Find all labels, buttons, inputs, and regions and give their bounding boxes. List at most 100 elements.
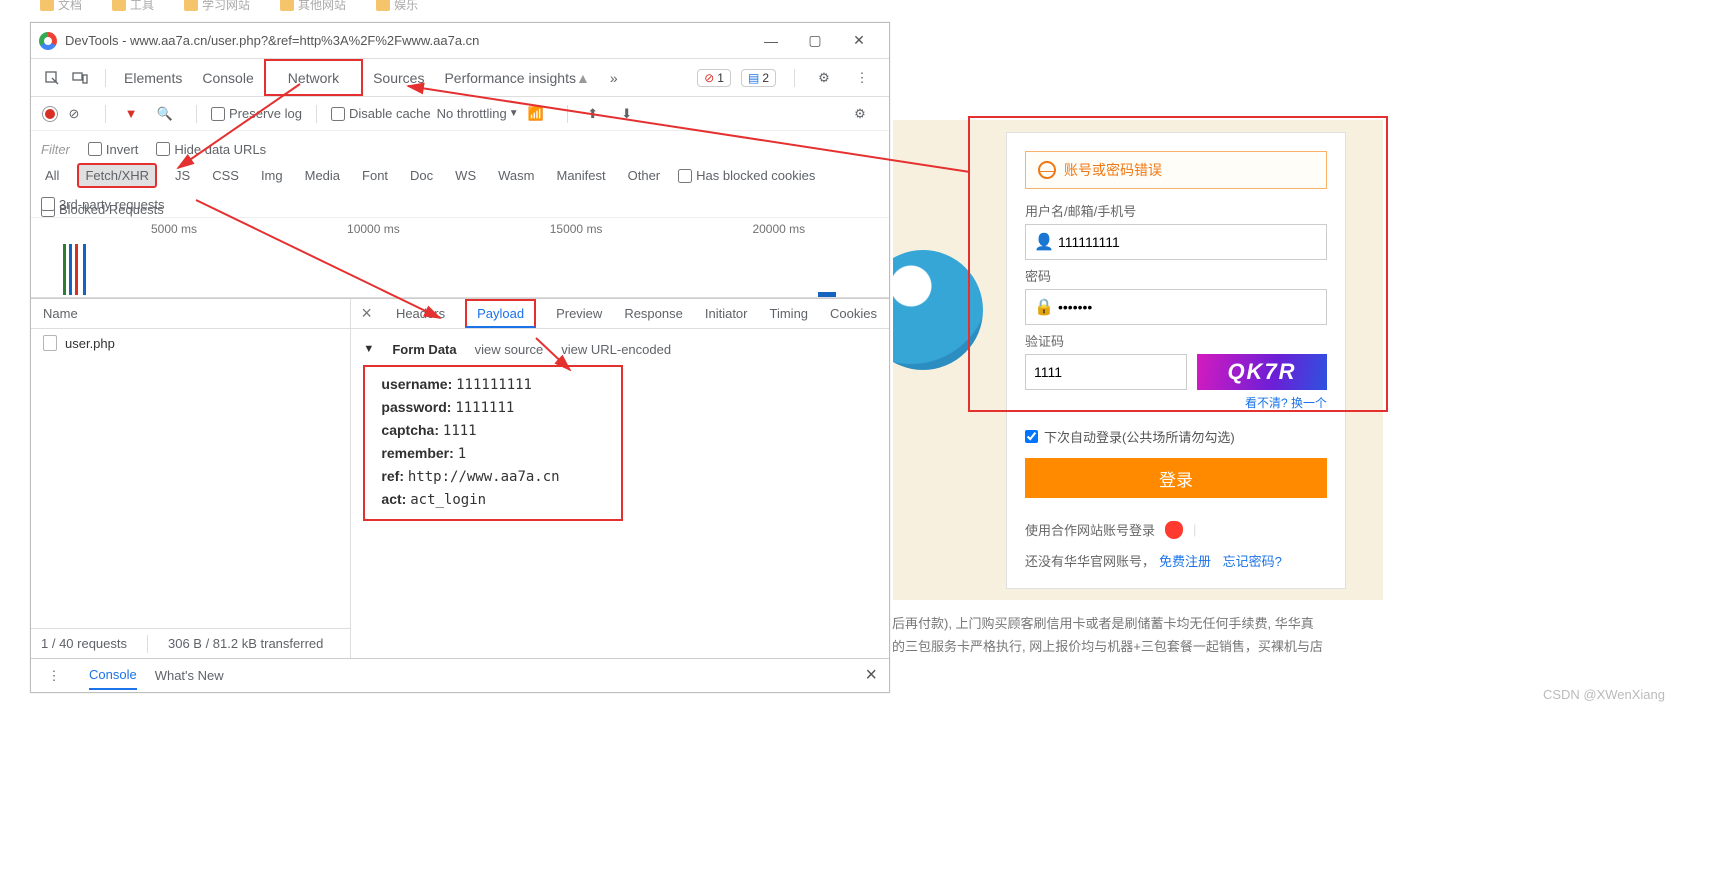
has-blocked-cookies-checkbox[interactable]: Has blocked cookies [678,168,815,183]
drawer-menu-icon[interactable]: ⋮ [43,665,65,687]
view-url-encoded-link[interactable]: view URL-encoded [561,342,671,357]
window-title: DevTools - www.aa7a.cn/user.php?&ref=htt… [65,33,749,48]
titlebar: DevTools - www.aa7a.cn/user.php?&ref=htt… [31,23,889,59]
timeline-tick: 10000 ms [347,222,400,236]
error-banner: — 账号或密码错误 [1025,151,1327,189]
login-button[interactable]: 登录 [1025,458,1327,498]
tab-sources[interactable]: Sources [363,59,434,96]
file-icon [43,335,57,351]
password-input[interactable] [1058,299,1318,315]
request-list: Name user.php 1 / 40 requests 306 B / 81… [31,299,351,658]
detail-tab-response[interactable]: Response [622,299,685,328]
filter-manifest[interactable]: Manifest [552,166,609,185]
request-detail: × Headers Payload Preview Response Initi… [351,299,889,658]
error-badge[interactable]: ⊘1 [697,69,731,87]
bookmarks-bar: 文档 工具 学习网站 其他网站 娱乐 [0,0,458,17]
filter-input[interactable]: Filter [41,142,70,157]
detail-tab-initiator[interactable]: Initiator [703,299,750,328]
error-icon: — [1038,161,1056,179]
close-detail-icon[interactable]: × [361,303,376,324]
detail-tab-cookies[interactable]: Cookies [828,299,879,328]
download-icon[interactable]: ⬇ [616,103,638,125]
forgot-password-link[interactable]: 忘记密码? [1223,554,1282,569]
view-source-link[interactable]: view source [475,342,544,357]
upload-icon[interactable]: ⬆ [582,103,604,125]
filter-img[interactable]: Img [257,166,287,185]
drawer-tab-console[interactable]: Console [89,667,137,690]
timeline-tick: 5000 ms [151,222,197,236]
disable-cache-checkbox[interactable]: Disable cache [331,106,431,121]
tabs-overflow[interactable]: » [600,59,628,96]
network-toolbar: ⊘ ▼ 🔍 Preserve log Disable cache No thro… [31,97,889,131]
minimize-button[interactable]: — [749,33,793,49]
qq-icon[interactable] [1165,521,1183,539]
filter-section: Filter Invert Hide data URLs All Fetch/X… [31,131,889,218]
tab-console[interactable]: Console [192,59,263,96]
clear-icon[interactable]: ⊘ [63,103,85,125]
username-field[interactable]: 👤 [1025,224,1327,260]
remember-checkbox[interactable]: 下次自动登录(公共场所请勿勾选) [1025,427,1327,446]
other-login-row: 使用合作网站账号登录 | [1025,520,1327,539]
captcha-image[interactable]: QK7R [1197,354,1327,390]
record-button[interactable] [43,107,57,121]
balloon-graphic [893,250,983,370]
register-line: 还没有华华官网账号，免费注册 忘记密码? [1025,551,1327,570]
register-link[interactable]: 免费注册 [1159,554,1211,569]
drawer: ⋮ Console What's New × [31,658,889,692]
preserve-log-checkbox[interactable]: Preserve log [211,106,302,121]
throttle-select[interactable]: No throttling ▼ [437,106,519,121]
drawer-close-icon[interactable]: × [865,664,877,687]
search-icon[interactable]: 🔍 [154,103,176,125]
lock-icon: 🔒 [1034,297,1052,317]
filter-font[interactable]: Font [358,166,392,185]
captcha-field[interactable] [1025,354,1187,390]
username-label: 用户名/邮箱/手机号 [1025,201,1327,220]
inspect-icon[interactable] [41,67,63,89]
filter-wasm[interactable]: Wasm [494,166,538,185]
captcha-input[interactable] [1034,364,1178,380]
message-badge[interactable]: ▤2 [741,69,776,87]
network-settings-icon[interactable]: ⚙ [849,103,871,125]
tab-performance[interactable]: Performance insights ▲ [434,59,599,96]
form-data-values: username: 111111111 password: 1111111 ca… [363,365,623,521]
settings-icon[interactable]: ⚙ [813,67,835,89]
password-label: 密码 [1025,266,1327,285]
filter-all[interactable]: All [41,166,63,185]
filter-ws[interactable]: WS [451,166,480,185]
username-input[interactable] [1058,234,1318,250]
invert-checkbox[interactable]: Invert [88,142,139,157]
detail-tab-preview[interactable]: Preview [554,299,604,328]
kebab-icon[interactable]: ⋮ [851,67,873,89]
watermark: CSDN @XWenXiang [1543,687,1665,702]
request-row-userphp[interactable]: user.php [31,329,350,357]
password-field[interactable]: 🔒 [1025,289,1327,325]
detail-tab-payload[interactable]: Payload [465,299,536,328]
filter-toggle-icon[interactable]: ▼ [120,103,142,125]
wifi-icon[interactable]: 📶 [525,103,547,125]
maximize-button[interactable]: ▢ [793,32,837,49]
tab-elements[interactable]: Elements [114,59,192,96]
filter-media[interactable]: Media [301,166,344,185]
drawer-tab-whatsnew[interactable]: What's New [155,668,224,683]
close-button[interactable]: ✕ [837,32,881,49]
hide-dataurls-checkbox[interactable]: Hide data URLs [156,142,266,157]
device-toggle-icon[interactable] [69,67,91,89]
captcha-unclear-link[interactable]: 看不清? [1245,396,1288,410]
third-party-checkbox[interactable]: 3rd-party requests [41,197,165,212]
filter-other[interactable]: Other [624,166,665,185]
filter-doc[interactable]: Doc [406,166,437,185]
filter-js[interactable]: JS [171,166,194,185]
detail-tab-headers[interactable]: Headers [394,299,447,328]
captcha-links: 看不清? 换一个 [1025,394,1327,411]
main-tabs: Elements Console Network Sources Perform… [31,59,889,97]
tab-network[interactable]: Network [264,59,363,96]
request-status-bar: 1 / 40 requests 306 B / 81.2 kB transfer… [31,628,350,658]
filter-fetch-xhr[interactable]: Fetch/XHR [77,163,157,188]
captcha-label: 验证码 [1025,331,1327,350]
filter-css[interactable]: CSS [208,166,243,185]
detail-tab-timing[interactable]: Timing [768,299,811,328]
timeline-overview[interactable]: 5000 ms 10000 ms 15000 ms 20000 ms [31,218,889,298]
timeline-tick: 20000 ms [752,222,805,236]
captcha-refresh-link[interactable]: 换一个 [1291,396,1327,410]
chrome-logo-icon [39,32,57,50]
